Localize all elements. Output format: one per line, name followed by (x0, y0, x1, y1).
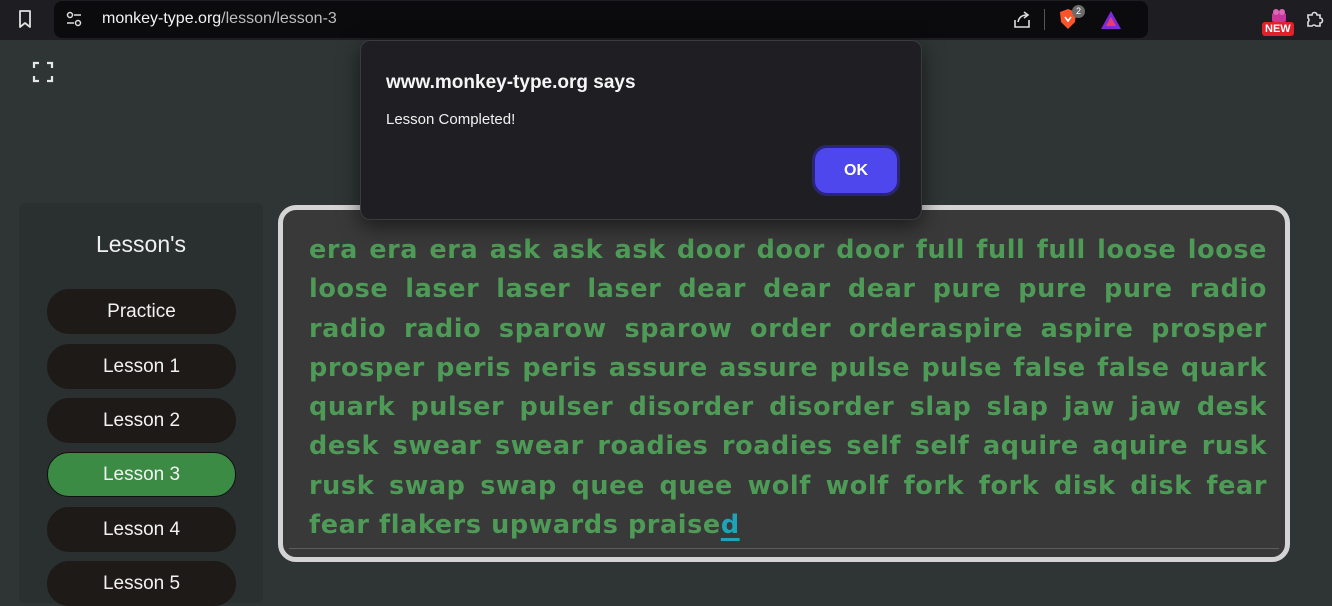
typing-area[interactable]: era era era ask ask ask door door door f… (278, 205, 1290, 562)
shield-count-badge: 2 (1072, 5, 1085, 18)
sidebar-item-lesson-3[interactable]: Lesson 3 (47, 452, 236, 497)
sidebar-item-lesson-5[interactable]: Lesson 5 (47, 561, 236, 606)
toolbar-separator (1044, 9, 1045, 30)
url-text[interactable]: monkey-type.org/lesson/lesson-3 (102, 10, 337, 28)
cursor-character: d (720, 510, 740, 541)
gift-icon[interactable]: NEW (1262, 9, 1296, 37)
ok-button[interactable]: OK (815, 148, 897, 193)
fullscreen-icon[interactable] (31, 60, 55, 84)
sidebar-item-lesson-2[interactable]: Lesson 2 (47, 398, 236, 443)
sidebar-item-lesson-4[interactable]: Lesson 4 (47, 507, 236, 552)
sidebar-heading: Lesson's (95, 231, 187, 257)
input-underline (289, 548, 1279, 549)
alert-dialog: www.monkey-type.org says Lesson Complete… (360, 40, 922, 220)
new-badge: NEW (1262, 22, 1294, 36)
site-info-icon[interactable] (64, 9, 84, 29)
lesson-sidebar: Lesson's Practice Lesson 1 Lesson 2 Less… (19, 203, 263, 606)
bookmark-icon[interactable] (14, 8, 36, 30)
url-domain: monkey-type.org (102, 10, 222, 27)
dialog-title: www.monkey-type.org says (386, 72, 636, 93)
address-bar[interactable]: monkey-type.org/lesson/lesson-3 2 (54, 1, 1148, 38)
sidebar-item-practice[interactable]: Practice (47, 289, 236, 334)
lesson-text: era era era ask ask ask door door door f… (309, 231, 1267, 545)
browser-toolbar: monkey-type.org/lesson/lesson-3 2 NEW (0, 0, 1332, 40)
url-path: /lesson/lesson-3 (221, 10, 337, 27)
share-icon[interactable] (1011, 9, 1033, 31)
typed-text: era era era ask ask ask door door door f… (309, 235, 1267, 541)
dialog-message: Lesson Completed! (386, 111, 516, 128)
brave-rewards-icon[interactable] (1099, 9, 1123, 31)
sidebar-item-lesson-1[interactable]: Lesson 1 (47, 344, 236, 389)
puzzle-icon[interactable] (1304, 8, 1326, 30)
